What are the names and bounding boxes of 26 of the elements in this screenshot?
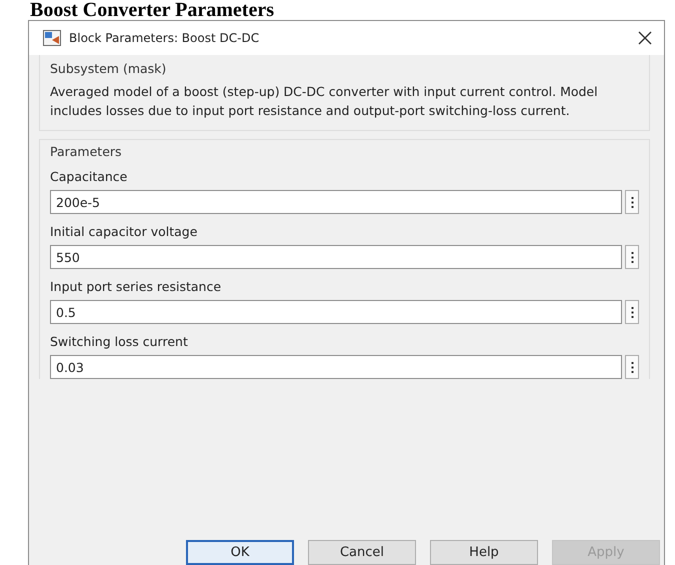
input-field[interactable]: 550 bbox=[50, 245, 622, 269]
description-text: Averaged model of a boost (step-up) DC-DC converter with input current control. Model includes losses due to input port resistance and output-port switching-loss current. bbox=[50, 83, 599, 120]
more-options-button[interactable] bbox=[625, 190, 639, 214]
input-field[interactable]: 0.03 bbox=[50, 355, 622, 379]
section-title: Subsystem (mask) bbox=[50, 61, 168, 76]
field-label: Initial capacitor voltage bbox=[50, 224, 198, 239]
input-field[interactable]: 0.5 bbox=[50, 300, 622, 324]
field-label: Input port series resistance bbox=[50, 279, 222, 294]
dialog-button[interactable]: Cancel bbox=[308, 540, 416, 565]
field-label: Capacitance bbox=[50, 169, 128, 184]
block-icon bbox=[43, 30, 61, 46]
dots-icon bbox=[630, 362, 634, 372]
input-field[interactable]: 200e-5 bbox=[50, 190, 622, 214]
section-title: Parameters bbox=[50, 144, 123, 159]
dots-icon bbox=[630, 196, 634, 208]
close-icon[interactable] bbox=[638, 31, 652, 45]
more-options-button[interactable] bbox=[625, 355, 639, 379]
dots-icon bbox=[630, 306, 634, 318]
more-options-button[interactable] bbox=[625, 300, 639, 324]
more-options-button[interactable] bbox=[625, 245, 639, 269]
dialog-button[interactable]: Help bbox=[430, 540, 538, 565]
dots-icon bbox=[630, 252, 634, 262]
field-label: Switching loss current bbox=[50, 334, 189, 349]
dialog-button[interactable]: OK bbox=[186, 540, 294, 565]
page-heading: Boost Converter Parameters bbox=[29, 0, 275, 20]
window-title: Block Parameters: Boost DC-DC bbox=[69, 31, 260, 45]
